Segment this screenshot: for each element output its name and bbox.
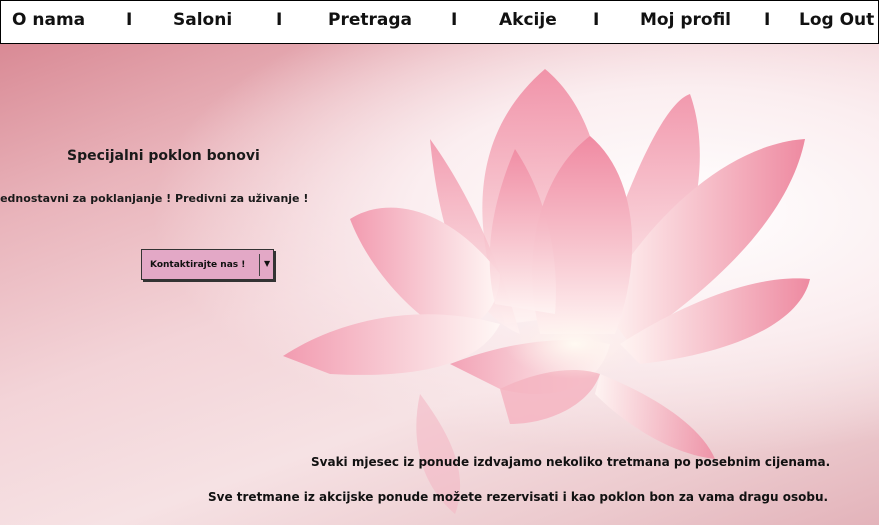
hero-banner: Specijalni poklon bonovi Jednostavni za … — [0, 44, 879, 525]
lotus-flower-image — [283, 69, 810, 514]
nav-separator: I — [276, 10, 283, 30]
nav-separator: I — [593, 10, 600, 30]
caret-down-icon[interactable]: ▼ — [264, 259, 270, 268]
top-navigation: O nama I Saloni I Pretraga I Akcije I Mo… — [0, 0, 879, 44]
nav-pretraga[interactable]: Pretraga — [328, 10, 412, 30]
nav-moj-profil[interactable]: Moj profil — [640, 10, 731, 30]
contact-us-label: Kontaktirajte nas ! — [150, 259, 246, 270]
nav-separator: I — [451, 10, 458, 30]
button-divider — [259, 254, 260, 276]
hero-subtitle: Jednostavni za poklanjanje ! Predivni za… — [0, 192, 309, 205]
nav-o-nama[interactable]: O nama — [12, 10, 85, 30]
promo-text-gift: Sve tretmane iz akcijske ponude možete r… — [208, 490, 829, 504]
page-title: Specijalni poklon bonovi — [67, 148, 260, 164]
nav-separator: I — [764, 10, 771, 30]
nav-log-out[interactable]: Log Out — [799, 10, 874, 30]
nav-saloni[interactable]: Saloni — [173, 10, 232, 30]
promo-text-monthly: Svaki mjesec iz ponude izdvajamo nekolik… — [311, 455, 831, 469]
nav-separator: I — [126, 10, 133, 30]
contact-us-button[interactable]: Kontaktirajte nas ! ▼ — [141, 249, 274, 280]
nav-akcije[interactable]: Akcije — [499, 10, 557, 30]
